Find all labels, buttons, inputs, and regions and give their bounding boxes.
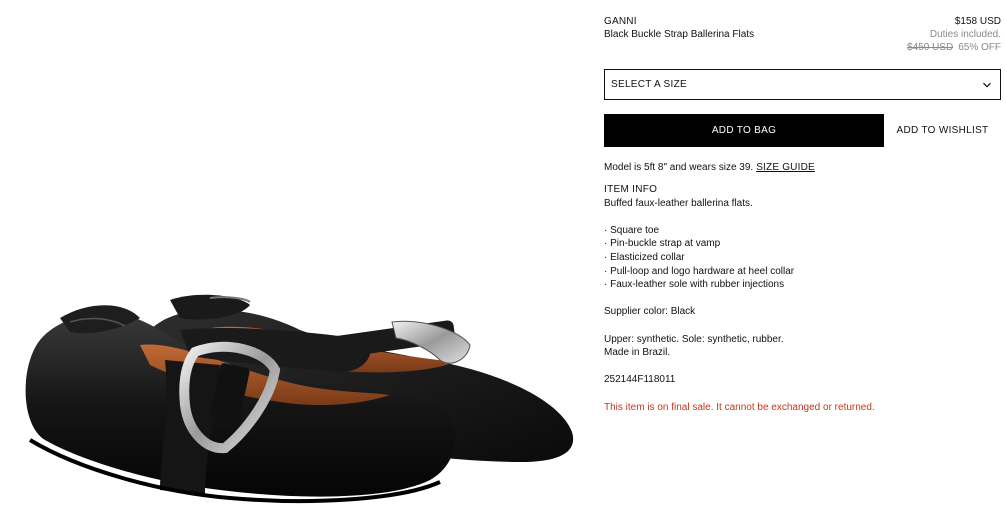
add-to-bag-button[interactable]: ADD TO BAG bbox=[604, 114, 884, 147]
product-image[interactable] bbox=[0, 0, 595, 528]
item-info-title: ITEM INFO bbox=[604, 184, 658, 195]
feature-item: · Pin-buckle strap at vamp bbox=[604, 238, 721, 250]
brand-name[interactable]: GANNI bbox=[604, 16, 637, 27]
sale-price: $158 USD bbox=[954, 16, 1001, 27]
model-size-note: Model is 5ft 8" and wears size 39. SIZE G… bbox=[604, 162, 815, 173]
model-note-text: Model is 5ft 8" and wears size 39. bbox=[604, 162, 754, 173]
item-description: Buffed faux-leather ballerina flats. bbox=[604, 197, 753, 209]
feature-item: · Faux-leather sole with rubber injectio… bbox=[604, 279, 785, 291]
size-guide-link[interactable]: SIZE GUIDE bbox=[756, 162, 815, 173]
duties-note: Duties included. bbox=[929, 29, 1001, 40]
discount-badge: 65% OFF bbox=[958, 42, 1001, 53]
product-panel: GANNI Black Buckle Strap Ballerina Flats… bbox=[604, 0, 1001, 528]
size-select[interactable]: SELECT A SIZE bbox=[604, 69, 1001, 100]
sku: 252144F118011 bbox=[604, 374, 676, 386]
price-discount-row: $450 USD 65% OFF bbox=[907, 42, 1001, 53]
product-title: Black Buckle Strap Ballerina Flats bbox=[604, 29, 755, 40]
origin: Made in Brazil. bbox=[604, 347, 671, 359]
size-select-label: SELECT A SIZE bbox=[611, 79, 687, 90]
materials: Upper: synthetic. Sole: synthetic, rubbe… bbox=[604, 333, 784, 345]
feature-item: · Square toe bbox=[604, 224, 660, 236]
supplier-color: Supplier color: Black bbox=[604, 306, 696, 318]
shoe-illustration bbox=[25, 294, 574, 504]
final-sale-notice: This item is on final sale. It cannot be… bbox=[604, 401, 875, 413]
original-price: $450 USD bbox=[907, 42, 954, 53]
add-to-wishlist-button[interactable]: ADD TO WISHLIST bbox=[884, 114, 1001, 147]
item-info: ITEM INFO Buffed faux-leather ballerina … bbox=[604, 183, 1001, 414]
feature-item: · Elasticized collar bbox=[604, 251, 685, 263]
chevron-down-icon bbox=[983, 82, 991, 88]
feature-item: · Pull-loop and logo hardware at heel co… bbox=[604, 265, 795, 277]
